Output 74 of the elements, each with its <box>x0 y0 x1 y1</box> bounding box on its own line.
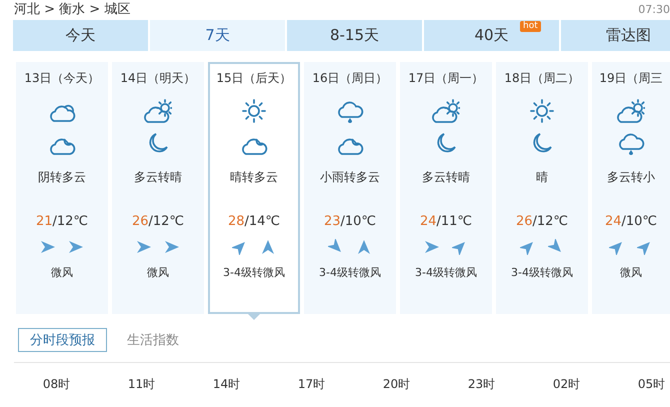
weather-icon <box>336 99 364 123</box>
wind-text: 3-4级转微风 <box>319 265 381 280</box>
subtab[interactable]: 分时段预报 <box>18 328 107 352</box>
temperature: 21/12℃ <box>36 214 88 229</box>
day-date: 18日（周二） <box>504 70 580 87</box>
weather-icon <box>528 99 556 123</box>
wind-arrow-icon <box>637 239 653 255</box>
tab[interactable]: 8-15天 <box>287 20 422 51</box>
wind-text: 微风 <box>147 265 169 280</box>
day-card[interactable]: 14日（明天） 多云转晴 26/12℃ 微风 <box>112 62 204 314</box>
wind-text: 微风 <box>51 265 73 280</box>
day-card[interactable]: 19日（周三 多云转小 24/10℃ 微风 <box>592 62 670 314</box>
day-card[interactable]: 13日（今天） 阴转多云 21/12℃ 微风 <box>16 62 108 314</box>
weather-text: 晴 <box>536 169 548 186</box>
weather-text: 多云转小 <box>607 169 655 186</box>
wind-text: 微风 <box>620 265 642 280</box>
temperature: 26/12℃ <box>132 214 184 229</box>
tab[interactable]: 40天 hot <box>424 20 559 51</box>
weather-icon <box>617 131 645 155</box>
hour-label: 14时 <box>212 376 242 393</box>
wind-arrow-icon <box>452 239 468 255</box>
hour-label: 17时 <box>296 376 326 393</box>
weather-text: 阴转多云 <box>38 169 86 186</box>
weather-text: 晴转多云 <box>230 169 278 186</box>
day-date: 19日（周三 <box>599 70 663 87</box>
hour-label: 23时 <box>466 376 496 393</box>
weather-icon <box>432 99 460 123</box>
day-card[interactable]: 18日（周二） 晴 26/12℃ 3-4级转微风 <box>496 62 588 314</box>
wind-arrow-icon <box>232 239 248 255</box>
wind-arrow-icon <box>260 239 276 255</box>
tab[interactable]: 7天 <box>150 20 285 51</box>
temperature: 24/10℃ <box>604 214 658 229</box>
temperature: 23/10℃ <box>324 214 376 229</box>
wind-arrow-icon <box>424 239 440 255</box>
day-date: 14日（明天） <box>120 70 196 87</box>
weather-icon <box>144 99 172 123</box>
hour-label: 05时 <box>636 376 666 393</box>
update-time: 07:30 <box>638 2 670 16</box>
hour-label: 20时 <box>382 376 412 393</box>
day-date: 13日（今天） <box>24 70 100 87</box>
temperature: 26/12℃ <box>516 214 568 229</box>
hour-label: 02时 <box>552 376 582 393</box>
day-date: 16日（周日） <box>312 70 388 87</box>
wind-arrow-icon <box>40 239 56 255</box>
breadcrumb[interactable]: 河北 > 衡水 > 城区 <box>14 0 130 18</box>
pointer-icon <box>247 313 261 320</box>
day-date: 17日（周一） <box>408 70 484 87</box>
wind-arrow-icon <box>68 239 84 255</box>
wind-arrow-icon <box>609 239 625 255</box>
temperature: 28/14℃ <box>228 214 280 229</box>
hot-badge: hot <box>520 21 541 32</box>
wind-text: 3-4级转微风 <box>223 265 285 280</box>
weather-text: 多云转晴 <box>134 169 182 186</box>
weather-icon <box>617 99 645 123</box>
subtab[interactable]: 生活指数 <box>115 328 191 352</box>
day-card[interactable]: 17日（周一） 多云转晴 24/11℃ 3-4级转微风 <box>400 62 492 314</box>
day-date: 15日（后天） <box>216 70 292 87</box>
weather-text: 多云转晴 <box>422 169 470 186</box>
tab[interactable]: 雷达图 <box>561 20 670 51</box>
wind-arrow-icon <box>520 239 536 255</box>
wind-arrow-icon <box>328 239 344 255</box>
wind-text: 3-4级转微风 <box>511 265 573 280</box>
wind-arrow-icon <box>548 239 564 255</box>
tab[interactable]: 今天 <box>13 20 148 51</box>
temperature: 24/11℃ <box>420 214 472 229</box>
weather-icon <box>240 99 268 123</box>
day-card[interactable]: 16日（周日） 小雨转多云 23/10℃ 3-4级转微风 <box>304 62 396 314</box>
weather-text: 小雨转多云 <box>320 169 380 186</box>
hour-label: 08时 <box>42 376 72 393</box>
wind-arrow-icon <box>136 239 152 255</box>
hour-label: 11时 <box>126 376 156 393</box>
wind-text: 3-4级转微风 <box>415 265 477 280</box>
wind-arrow-icon <box>356 239 372 255</box>
wind-arrow-icon <box>164 239 180 255</box>
